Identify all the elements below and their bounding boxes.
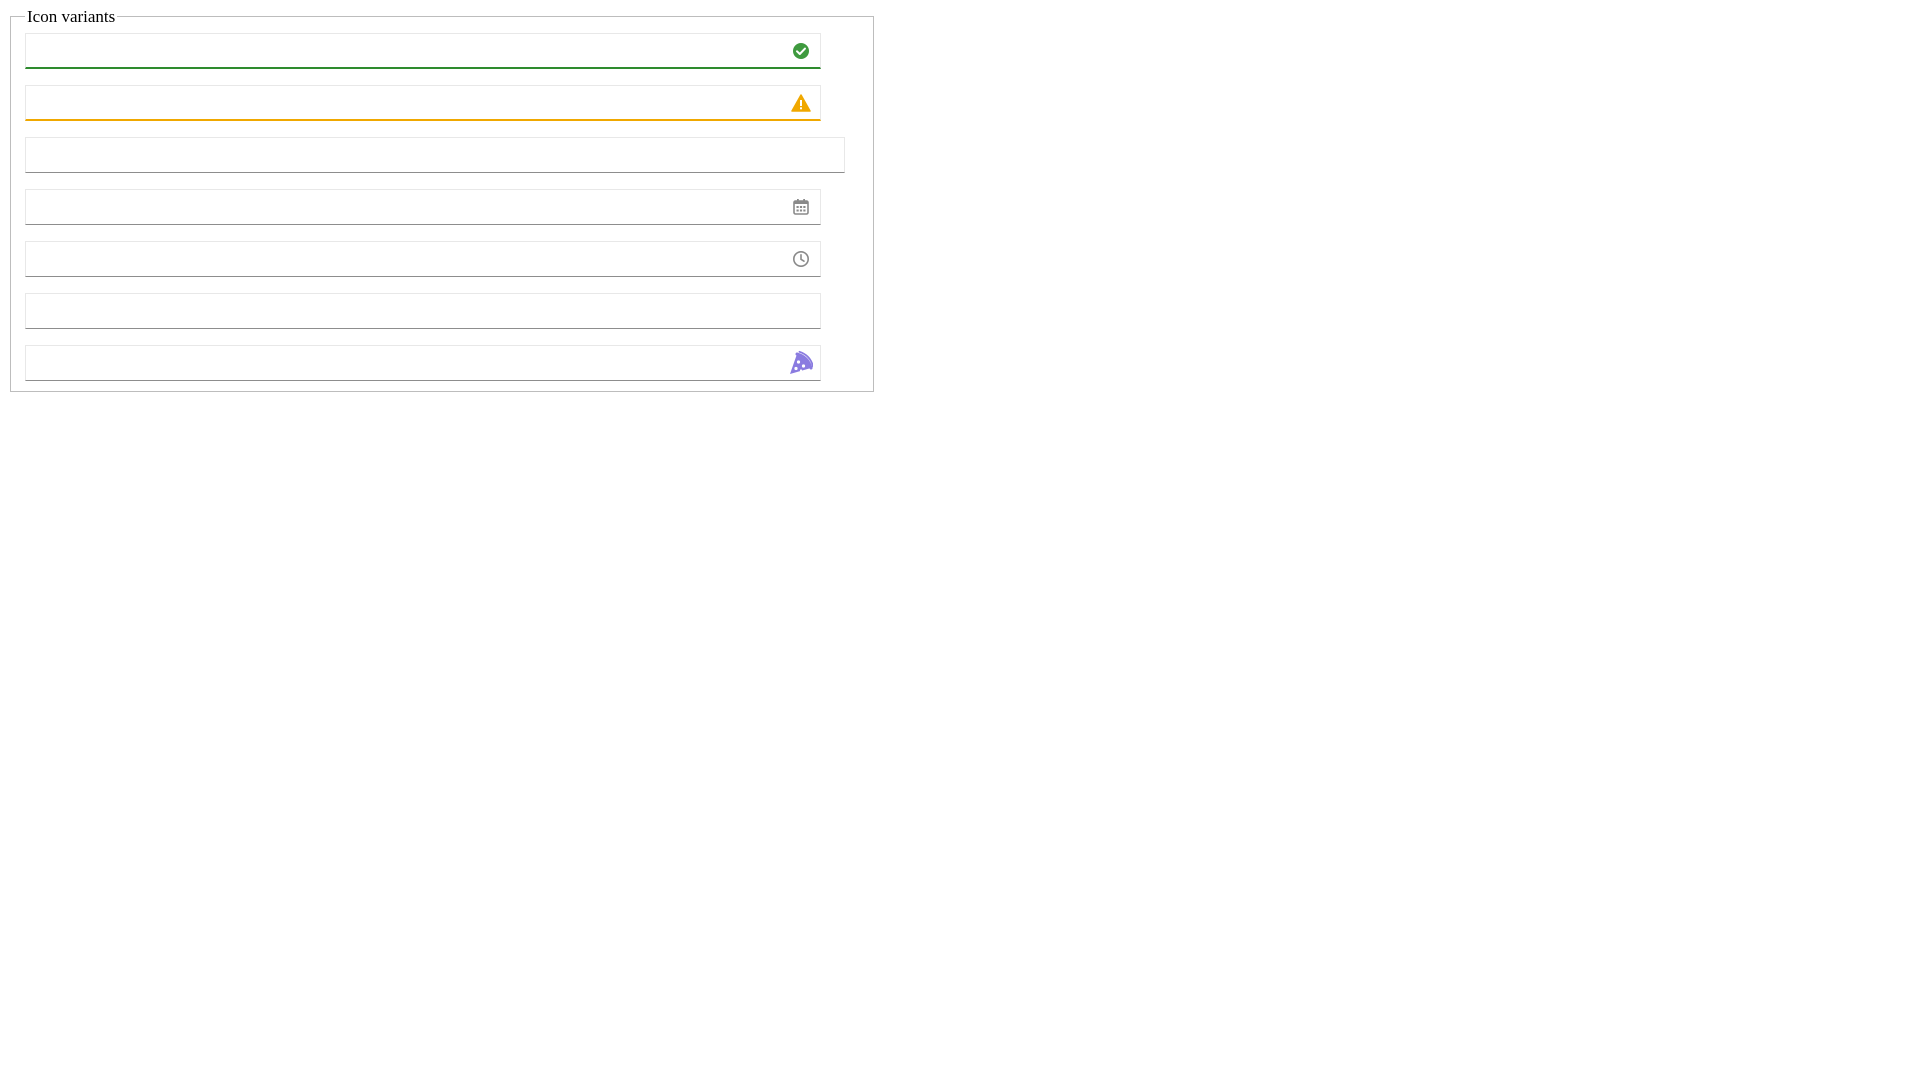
plain-field[interactable] bbox=[26, 294, 820, 328]
warning-field-container bbox=[25, 85, 821, 121]
plain-field-wide[interactable] bbox=[26, 138, 844, 172]
check-circle-icon bbox=[790, 40, 812, 62]
calendar-icon[interactable] bbox=[790, 196, 812, 218]
date-field-container bbox=[25, 189, 821, 225]
pizza-icon bbox=[786, 349, 814, 377]
success-field-container bbox=[25, 33, 821, 69]
warning-triangle-icon bbox=[790, 92, 812, 114]
time-field-container bbox=[25, 241, 821, 277]
success-field[interactable] bbox=[26, 34, 820, 67]
custom-icon-field-container bbox=[25, 345, 821, 381]
clock-icon[interactable] bbox=[790, 248, 812, 270]
plain-field-wide-container bbox=[25, 137, 845, 173]
fieldset-legend: Icon variants bbox=[25, 7, 118, 27]
icon-variants-fieldset: Icon variants bbox=[10, 7, 874, 392]
time-field[interactable] bbox=[26, 242, 820, 276]
plain-field-container bbox=[25, 293, 821, 329]
custom-icon-field[interactable] bbox=[26, 346, 820, 380]
date-field[interactable] bbox=[26, 190, 820, 224]
warning-field[interactable] bbox=[26, 86, 820, 119]
